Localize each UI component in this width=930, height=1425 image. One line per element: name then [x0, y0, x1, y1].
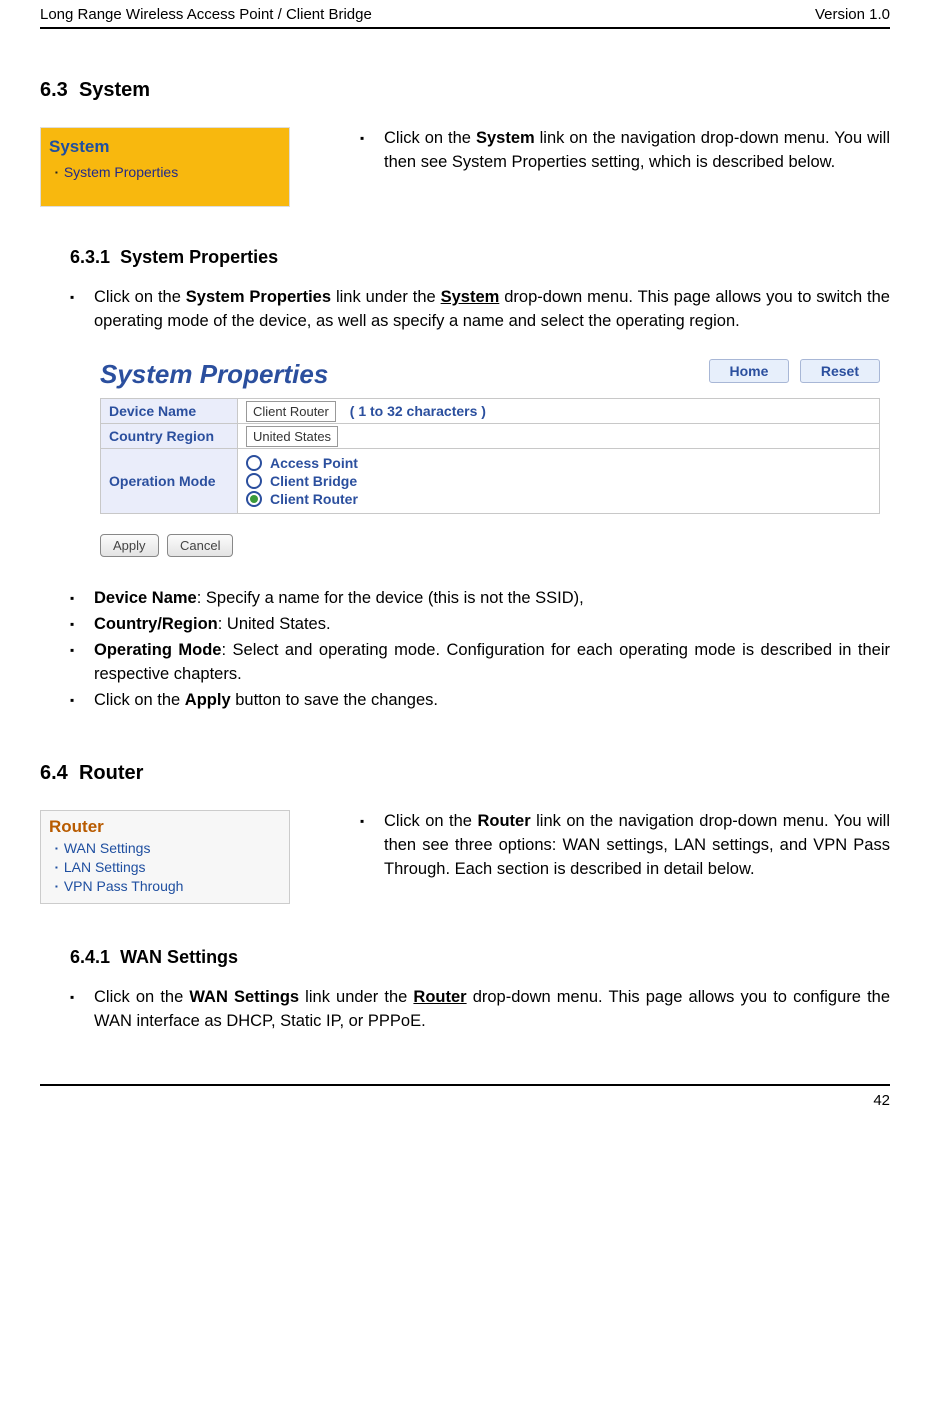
home-button[interactable]: Home — [709, 359, 790, 383]
device-name-note: ( 1 to 32 characters ) — [340, 403, 486, 419]
country-region-bullet: Country/Region: United States. — [70, 613, 890, 637]
router-menu-title: Router — [49, 817, 281, 837]
device-name-input[interactable]: Client Router — [246, 401, 336, 422]
router-menu-vpn: VPN Pass Through — [55, 878, 281, 894]
sp-title: System Properties — [100, 359, 328, 390]
operating-mode-bullet: Operating Mode: Select and operating mod… — [70, 639, 890, 687]
router-menu-wan: WAN Settings — [55, 840, 281, 856]
system-menu-box: System System Properties — [40, 127, 290, 207]
device-name-bullet: Device Name: Specify a name for the devi… — [70, 587, 890, 611]
section-6-3: 6.3 System — [40, 79, 890, 102]
reset-button[interactable]: Reset — [800, 359, 880, 383]
device-name-label: Device Name — [101, 398, 238, 423]
radio-client-router[interactable]: Client Router — [246, 491, 871, 507]
system-properties-screenshot: System Properties Home Reset Device Name… — [100, 359, 880, 557]
cancel-button[interactable]: Cancel — [167, 534, 233, 557]
apply-button[interactable]: Apply — [100, 534, 159, 557]
section-6-4-1: 6.4.1 WAN Settings — [70, 947, 890, 968]
country-region-label: Country Region — [101, 423, 238, 448]
system-menu-item: System Properties — [55, 162, 281, 183]
header-right: Version 1.0 — [815, 6, 890, 23]
router-intro-text: Click on the Router link on the navigati… — [360, 810, 890, 882]
radio-access-point[interactable]: Access Point — [246, 455, 871, 471]
section-6-3-1: 6.3.1 System Properties — [70, 247, 890, 268]
sysprops-text: Click on the System Properties link unde… — [70, 286, 890, 334]
header-left: Long Range Wireless Access Point / Clien… — [40, 6, 372, 23]
header: Long Range Wireless Access Point / Clien… — [40, 0, 890, 29]
router-menu-lan: LAN Settings — [55, 859, 281, 875]
page-number: 42 — [873, 1092, 890, 1109]
system-intro-text: Click on the System link on the navigati… — [360, 127, 890, 175]
radio-icon — [246, 455, 262, 471]
country-region-input[interactable]: United States — [246, 426, 338, 447]
footer: 42 — [40, 1084, 890, 1129]
wan-settings-text: Click on the WAN Settings link under the… — [70, 986, 890, 1034]
router-menu-box: Router WAN Settings LAN Settings VPN Pas… — [40, 810, 290, 904]
section-6-4: 6.4 Router — [40, 762, 890, 785]
radio-icon-checked — [246, 491, 262, 507]
radio-client-bridge[interactable]: Client Bridge — [246, 473, 871, 489]
operation-mode-label: Operation Mode — [101, 448, 238, 513]
radio-icon — [246, 473, 262, 489]
apply-bullet: Click on the Apply button to save the ch… — [70, 689, 890, 713]
system-menu-title: System — [49, 134, 281, 160]
